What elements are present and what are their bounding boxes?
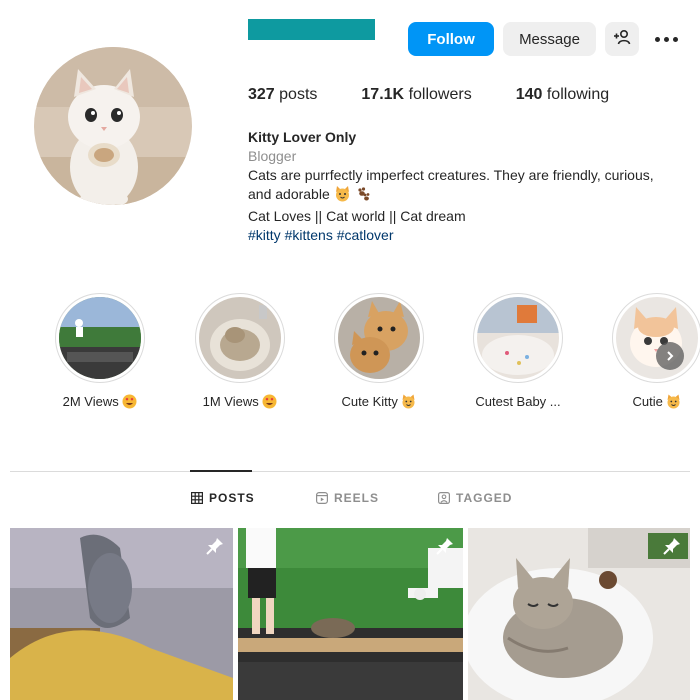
cat-face-icon [334,186,351,207]
message-button[interactable]: Message [503,22,596,56]
story-highlights: 2M Views 1M Views Cute Kitty Cutest Baby… [0,293,700,423]
highlight-item[interactable]: Cutest Baby ... [453,293,583,409]
highlight-item[interactable]: 1M Views [175,293,305,412]
highlight-item[interactable]: 2M Views [35,293,165,412]
pinned-post-icon [205,536,225,556]
paw-prints-icon [355,186,371,207]
post-thumbnail[interactable] [238,528,463,700]
reels-icon [316,492,328,504]
heart-eyes-emoji-icon [262,394,277,412]
tagged-icon [438,492,450,504]
highlight-thumbnail [616,297,698,379]
highlight-item[interactable]: Cutie [592,293,700,412]
bio-line-2: and adorable [248,185,688,207]
posts-grid [10,528,690,700]
chevron-right-icon[interactable] [656,342,684,370]
highlight-label: Cutest Baby ... [475,394,561,409]
profile-category: Blogger [248,148,297,164]
profile-tabs: POSTS REELS TAGGED [0,491,700,511]
highlight-label: 1M Views [175,394,305,412]
pinned-post-icon [435,536,455,556]
bio-hashtags[interactable]: #kitty #kittens #catlover [248,226,688,245]
highlight-thumbnail [338,297,420,379]
cat-emoji-icon [666,394,681,412]
posts-count: 327 posts [248,86,318,103]
highlight-thumbnail [59,297,141,379]
tab-posts[interactable]: POSTS [191,491,255,505]
tab-tagged[interactable]: TAGGED [438,491,512,505]
post-thumbnail[interactable] [468,528,690,700]
tabs-divider [10,471,690,472]
highlight-item[interactable]: Cute Kitty [314,293,444,412]
bio-line-1: Cats are purrfectly imperfect creatures.… [248,167,654,183]
post-thumbnail[interactable] [10,528,233,700]
profile-stats: 327 posts 17.1K followers 140 following [248,86,653,104]
follow-button[interactable]: Follow [408,22,494,56]
pinned-post-icon [662,536,682,556]
highlight-label: Cutie [592,394,700,412]
add-user-button[interactable] [605,22,639,56]
following-count[interactable]: 140 following [516,86,609,104]
add-user-icon [613,29,631,49]
highlight-label: Cute Kitty [314,394,444,412]
profile-bio: Kitty Lover Only Blogger Cats are purrfe… [248,128,688,245]
highlight-thumbnail [477,297,559,379]
profile-avatar[interactable] [34,47,192,205]
followers-count[interactable]: 17.1K followers [361,86,471,104]
more-options-icon[interactable] [651,29,681,49]
highlight-thumbnail [199,297,281,379]
active-tab-indicator [190,470,252,472]
bio-line-3: Cat Loves || Cat world || Cat dream [248,208,466,224]
display-name: Kitty Lover Only [248,129,357,145]
grid-icon [191,492,203,504]
heart-eyes-emoji-icon [122,394,137,412]
tab-reels[interactable]: REELS [316,491,379,505]
username-redacted [248,19,375,40]
cat-emoji-icon [401,394,416,412]
highlight-label: 2M Views [35,394,165,412]
